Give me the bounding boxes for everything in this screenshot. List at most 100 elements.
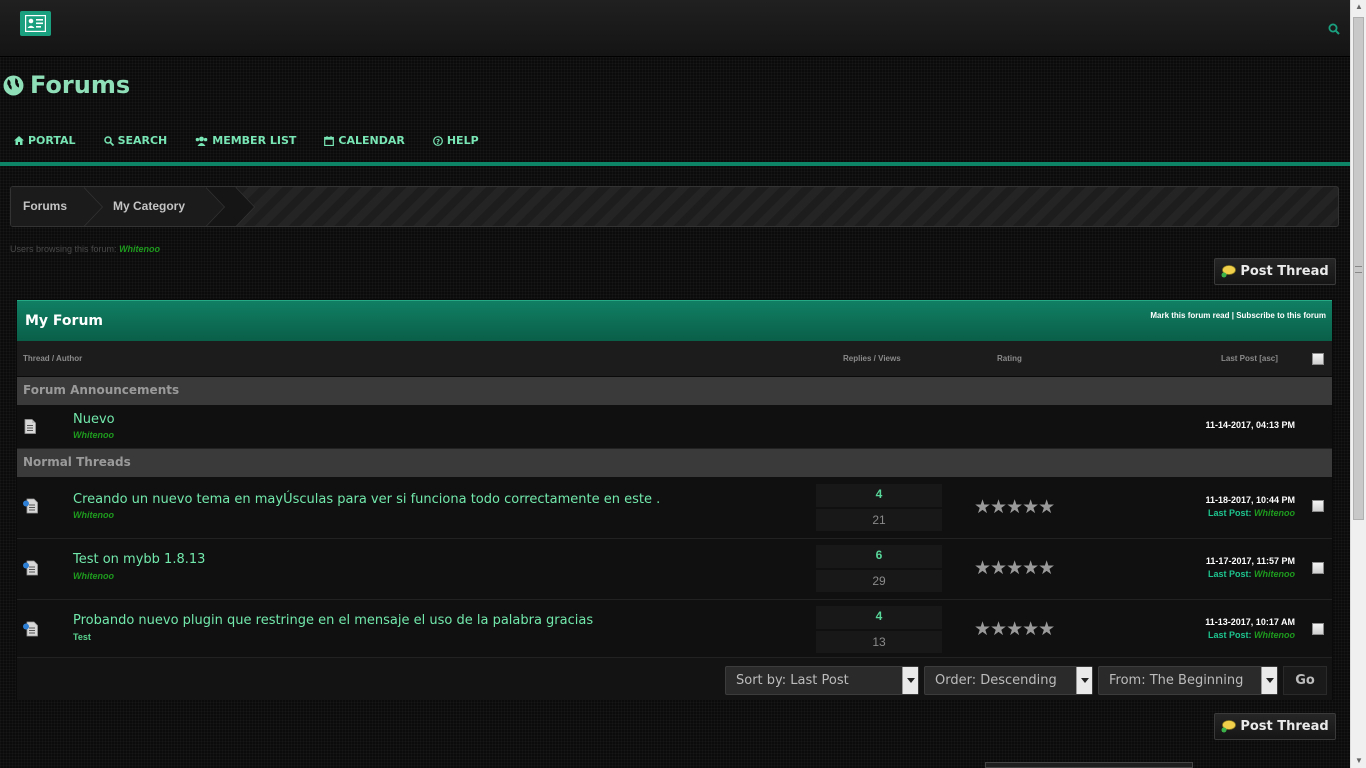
thread-subject[interactable]: Creando un nuevo tema en mayÚsculas para… <box>73 492 660 507</box>
forum-actions-separator: | <box>1231 311 1234 320</box>
col-last-post[interactable]: Last Post [asc] <box>1221 354 1278 363</box>
from-value: From: The Beginning <box>1109 673 1244 688</box>
post-thread-label: Post Thread <box>1240 719 1329 734</box>
users-browsing-user[interactable]: Whitenoo <box>119 244 160 254</box>
users-icon <box>195 136 208 146</box>
thread-author[interactable]: Whitenoo <box>73 571 114 581</box>
nav-calendar[interactable]: CALENDAR <box>324 134 405 147</box>
thread-views: 13 <box>816 631 942 653</box>
thread-author[interactable]: Test <box>73 632 91 642</box>
sort-by-value: Sort by: Last Post <box>736 673 849 688</box>
new-posts-document-icon <box>23 621 38 637</box>
section-announcements: Forum Announcements <box>17 377 1332 405</box>
order-value: Order: Descending <box>935 673 1057 688</box>
chevron-down-icon[interactable] <box>902 667 918 694</box>
breadcrumb-my-category-label: My Category <box>113 199 186 213</box>
page-title: Forums <box>3 70 130 100</box>
speech-bubble-icon <box>1221 265 1237 278</box>
chevron-down-icon[interactable] <box>1076 667 1092 694</box>
nav-search-label: SEARCH <box>117 134 168 147</box>
help-icon: ? <box>432 135 443 146</box>
post-thread-button-bottom[interactable]: Post Thread <box>1214 713 1336 740</box>
last-post-label: Last Post: <box>1207 508 1252 518</box>
star-rating[interactable]: ★★★★★ <box>974 618 1055 641</box>
thread-last-post-by: Last Post: Whitenoo <box>1205 630 1295 640</box>
order-select[interactable]: Order: Descending <box>924 666 1093 695</box>
thread-last-post: 11-17-2017, 11:57 PM Last Post: Whitenoo <box>1206 556 1295 579</box>
nav-divider <box>0 162 1350 166</box>
forum-actions: Mark this forum read | Subscribe to this… <box>1150 311 1326 320</box>
scroll-down-icon[interactable]: ▼ <box>1355 756 1363 765</box>
nav-help[interactable]: ? HELP <box>432 134 479 147</box>
page-title-text: Forums <box>30 71 131 99</box>
main-nav: PORTAL SEARCH MEMBER LIST CALENDAR ? HEL… <box>14 134 479 147</box>
thread-counts: 6 29 <box>816 545 942 592</box>
col-replies-views[interactable]: Replies / Views <box>843 354 901 363</box>
bottom-select-partial[interactable] <box>985 762 1193 768</box>
thread-replies[interactable]: 6 <box>816 545 942 568</box>
last-post-user[interactable]: Whitenoo <box>1254 508 1295 518</box>
svg-text:?: ? <box>436 137 440 145</box>
star-rating[interactable]: ★★★★★ <box>974 557 1055 580</box>
table-row: Test on mybb 1.8.13 Whitenoo 6 29 ★★★★★ … <box>17 539 1332 600</box>
select-all-checkbox[interactable] <box>1312 353 1324 365</box>
forum-thread-table: My Forum Mark this forum read | Subscrib… <box>16 299 1333 700</box>
last-post-label: Last Post: <box>1207 569 1252 579</box>
forum-title: My Forum <box>25 313 104 329</box>
last-post-user[interactable]: Whitenoo <box>1254 630 1295 640</box>
thread-last-post-date: 11-17-2017, 11:57 PM <box>1205 556 1295 566</box>
thread-last-post: 11-18-2017, 10:44 PM Last Post: Whitenoo <box>1205 495 1295 518</box>
thread-replies[interactable]: 4 <box>816 484 942 507</box>
search-icon[interactable] <box>1328 22 1340 40</box>
thread-select-checkbox[interactable] <box>1312 500 1324 512</box>
breadcrumb-forums[interactable]: Forums <box>11 187 103 226</box>
subscribe-forum-link[interactable]: Subscribe to this forum <box>1236 311 1326 320</box>
thread-select-checkbox[interactable] <box>1312 562 1324 574</box>
table-row: Probando nuevo plugin que restringe en e… <box>17 600 1332 658</box>
sort-by-select[interactable]: Sort by: Last Post <box>725 666 919 695</box>
thread-views: 29 <box>816 570 942 592</box>
thread-replies[interactable]: 4 <box>816 606 942 629</box>
nav-help-label: HELP <box>446 134 479 147</box>
top-bar <box>0 0 1350 57</box>
thread-author[interactable]: Whitenoo <box>73 510 114 520</box>
users-browsing: Users browsing this forum: Whitenoo <box>10 244 160 254</box>
section-normal-threads: Normal Threads <box>17 449 1332 477</box>
nav-search[interactable]: SEARCH <box>103 134 168 147</box>
calendar-icon <box>324 135 335 146</box>
thread-last-post-by: Last Post: Whitenoo <box>1205 508 1295 518</box>
page-scrollbar[interactable]: ▲ ▼ <box>1350 0 1366 768</box>
star-rating[interactable]: ★★★★★ <box>974 496 1055 519</box>
col-rating[interactable]: Rating <box>997 354 1022 363</box>
contact-card-icon[interactable] <box>20 11 51 36</box>
thread-counts: 4 21 <box>816 484 942 531</box>
thread-select-checkbox[interactable] <box>1312 623 1324 635</box>
sort-bar: Sort by: Last Post Order: Descending Fro… <box>17 658 1332 700</box>
nav-member-list[interactable]: MEMBER LIST <box>195 134 296 147</box>
announcement-author[interactable]: Whitenoo <box>73 430 114 440</box>
thread-subject[interactable]: Probando nuevo plugin que restringe en e… <box>73 613 593 628</box>
mark-forum-read-link[interactable]: Mark this forum read <box>1150 311 1229 320</box>
search-icon <box>103 135 114 146</box>
post-thread-button-top[interactable]: Post Thread <box>1214 258 1336 285</box>
thread-last-post-date: 11-13-2017, 10:17 AM <box>1205 617 1295 627</box>
nav-portal[interactable]: PORTAL <box>14 134 76 147</box>
nav-member-list-label: MEMBER LIST <box>212 134 297 147</box>
thread-last-post-date: 11-18-2017, 10:44 PM <box>1205 495 1295 505</box>
announcement-subject[interactable]: Nuevo <box>73 412 115 427</box>
users-browsing-label: Users browsing this forum: <box>10 244 117 254</box>
from-select[interactable]: From: The Beginning <box>1098 666 1278 695</box>
thread-subject[interactable]: Test on mybb 1.8.13 <box>73 552 205 567</box>
last-post-user[interactable]: Whitenoo <box>1254 569 1295 579</box>
col-thread-author[interactable]: Thread / Author <box>23 354 82 363</box>
thread-views: 21 <box>816 509 942 531</box>
breadcrumb: My Forum My Category Forums <box>10 186 1339 227</box>
scroll-up-icon[interactable]: ▲ <box>1355 2 1363 11</box>
go-button[interactable]: Go <box>1283 666 1327 695</box>
last-post-label: Last Post: <box>1207 630 1252 640</box>
table-row: Creando un nuevo tema en mayÚsculas para… <box>17 477 1332 539</box>
breadcrumb-forums-label: Forums <box>23 199 68 213</box>
post-thread-label: Post Thread <box>1240 264 1329 279</box>
nav-calendar-label: CALENDAR <box>338 134 405 147</box>
chevron-down-icon[interactable] <box>1261 667 1277 694</box>
